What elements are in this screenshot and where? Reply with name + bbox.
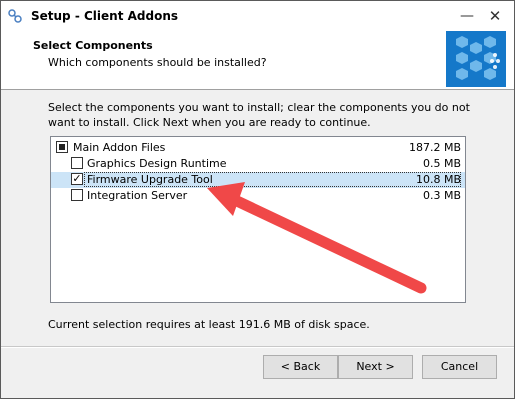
- red-arrow-annotation: [207, 182, 427, 294]
- setup-window: Setup - Client Addons — ✕ Select Compone…: [0, 0, 515, 399]
